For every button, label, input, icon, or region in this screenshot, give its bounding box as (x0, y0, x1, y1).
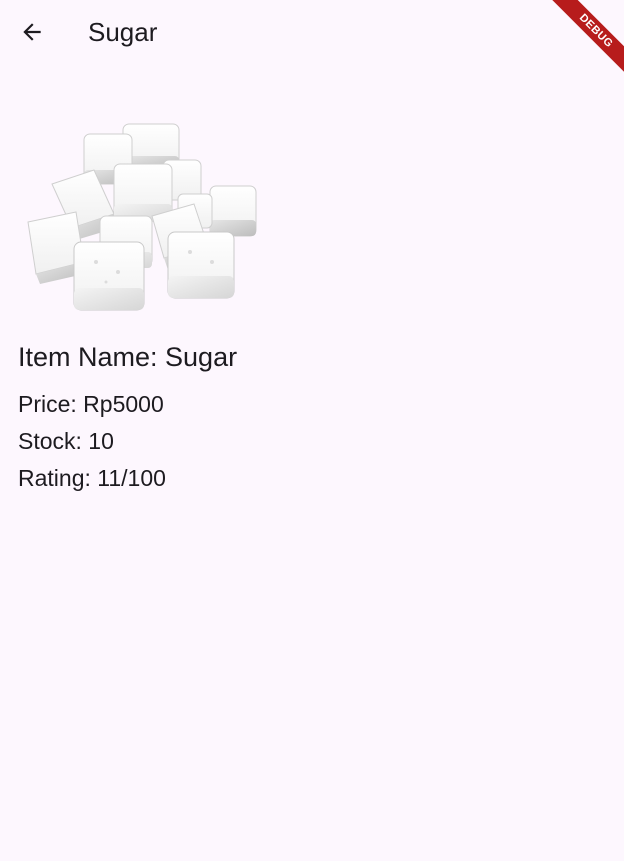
back-button[interactable] (8, 8, 56, 56)
item-name: Item Name: Sugar (18, 342, 238, 372)
sugar-cube (167, 231, 235, 299)
sugar-cube (73, 241, 145, 311)
sugar-cube (209, 185, 257, 237)
page-title: Sugar (88, 17, 158, 47)
stock-text: Stock: 10 (18, 428, 114, 454)
rating-text: Rating: 11/100 (18, 465, 166, 491)
arrow-left-icon (23, 23, 41, 41)
sugar-cubes-image (27, 123, 257, 311)
price-text: Price: Rp5000 (18, 391, 164, 417)
product-details: Item Name: Sugar Price: Rp5000 Stock: 10… (18, 338, 237, 497)
app-bar: Sugar (0, 0, 624, 64)
